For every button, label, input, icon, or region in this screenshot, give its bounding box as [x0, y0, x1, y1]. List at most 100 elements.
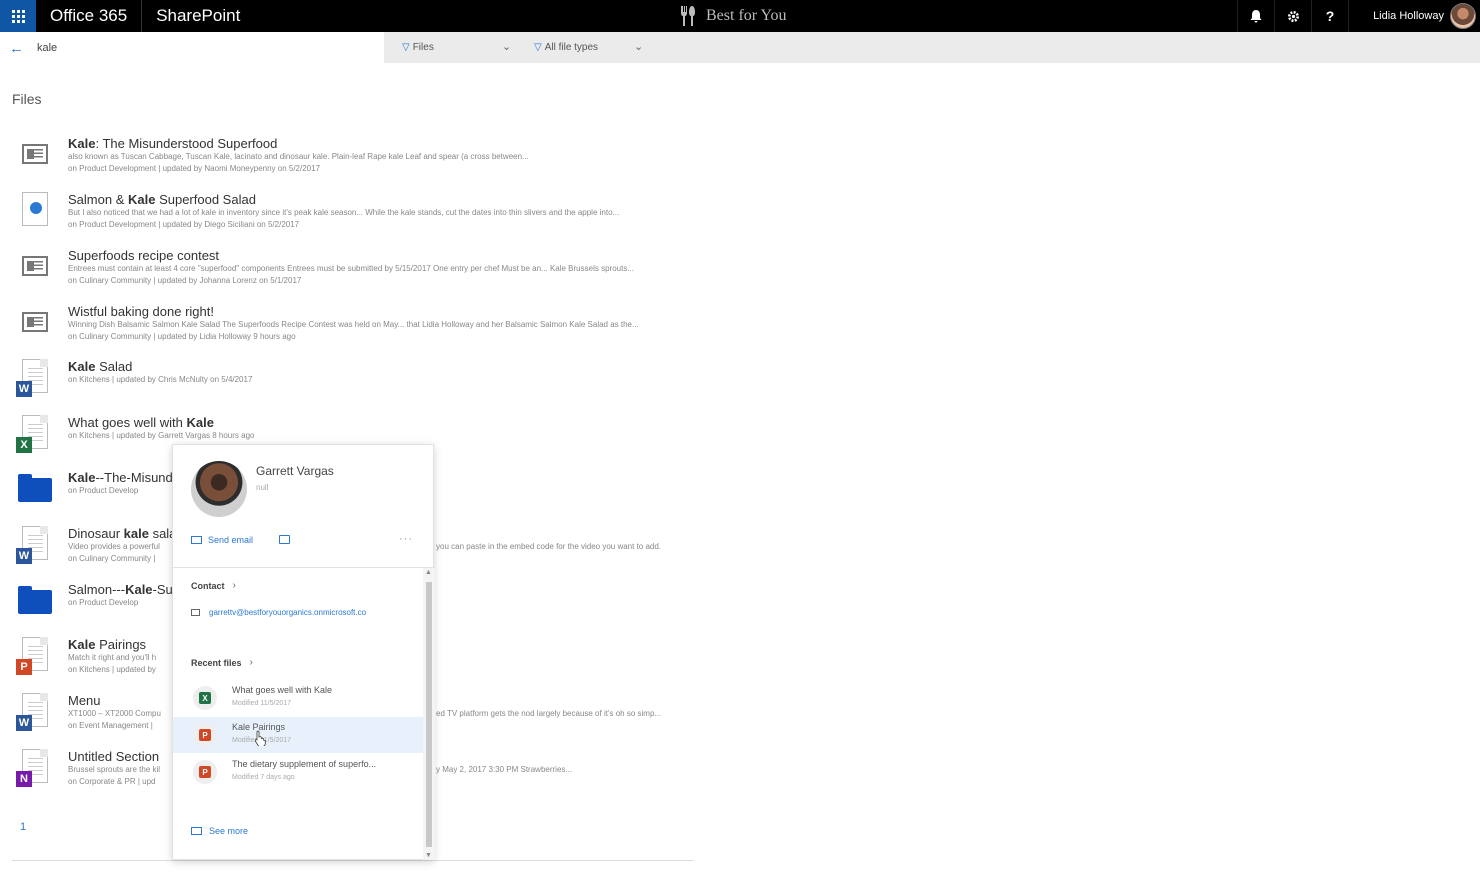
site-title[interactable]: Best for You — [678, 0, 786, 32]
result-title[interactable]: Wistful baking done right! — [68, 304, 214, 319]
office365-brand[interactable]: Office 365 — [36, 0, 141, 32]
help-icon[interactable]: ? — [1311, 0, 1348, 32]
search-bar: ← kale ▽ Files ⌄ ▽ All file types ⌄ — [0, 32, 1480, 63]
see-more-label: See more — [209, 826, 249, 836]
search-query[interactable]: kale — [37, 42, 57, 54]
result-meta: on Kitchens | updated by Garrett Vargas … — [68, 431, 255, 440]
result-snippet-continued: y May 2, 2017 3:30 PM Strawberries... — [436, 765, 573, 774]
excel-icon: X — [16, 415, 52, 455]
mouse-pointer-hand-icon — [254, 730, 266, 746]
email-link[interactable]: garrettv@bestforyouorganics.onmicrosoft.… — [191, 608, 401, 617]
word-icon: W — [16, 693, 52, 733]
result-meta: on Kitchens | updated by Chris McNulty o… — [68, 375, 253, 384]
suite-bar: Office 365 SharePoint Best for You ? Lid… — [0, 0, 1480, 32]
chevron-down-icon[interactable]: ⌄ — [502, 40, 511, 53]
result-meta: on Product Development | updated by Dieg… — [68, 220, 300, 229]
folder-icon — [16, 582, 52, 622]
excel-icon: X — [193, 686, 217, 710]
chat-button[interactable] — [279, 535, 290, 544]
result-title[interactable]: Menu — [68, 693, 101, 708]
result-title[interactable]: Dinosaur kale sala — [68, 526, 176, 541]
recent-files-section-header[interactable]: Recent files › — [191, 657, 253, 668]
results-heading: Files — [12, 91, 42, 107]
pagination-current-page[interactable]: 1 — [20, 821, 26, 833]
result-title[interactable]: Untitled Section — [68, 749, 159, 764]
result-title[interactable]: What goes well with Kale — [68, 415, 214, 430]
scroll-down-arrow-icon[interactable]: ▼ — [425, 852, 432, 859]
sharepoint-brand[interactable]: SharePoint — [142, 0, 254, 32]
contact-heading: Contact — [191, 580, 225, 591]
sway-icon — [16, 192, 52, 232]
send-email-label: Send email — [208, 535, 254, 545]
result-item[interactable]: W Kale Salad on Kitchens | updated by Chri… — [16, 359, 696, 409]
result-title[interactable]: Salmon & Kale Superfood Salad — [68, 192, 256, 207]
result-meta: on Culinary Community | updated by Lidia… — [68, 332, 296, 341]
contact-section-header[interactable]: Contact › — [191, 580, 236, 591]
result-title[interactable]: Kale Pairings — [68, 637, 146, 652]
settings-gear-icon[interactable] — [1274, 0, 1311, 32]
filetype-filter-label: All file types — [544, 42, 599, 53]
recent-file-modified: Modified 11/5/2017 — [232, 700, 292, 707]
result-title[interactable]: Kale: The Misunderstood Superfood — [68, 136, 277, 151]
recent-file-item[interactable]: P The dietary supplement of superfo... Mod… — [173, 754, 423, 790]
profile-card: Garrett Vargas null Send email ··· Conta… — [172, 444, 435, 860]
see-more-link[interactable]: See more — [191, 826, 248, 836]
result-snippet: Entrees must contain at least 4 core "su… — [68, 264, 634, 273]
user-avatar[interactable] — [1450, 3, 1476, 29]
result-item[interactable]: Kale: The Misunderstood Superfood also kn… — [16, 136, 696, 186]
profile-subtitle: null — [256, 483, 269, 492]
email-address: garrettv@bestforyouorganics.onmicrosoft.… — [209, 608, 367, 617]
filetype-filter[interactable]: ▽ All file types — [534, 42, 598, 53]
scroll-up-arrow-icon[interactable]: ▲ — [425, 569, 432, 576]
filter-area: ▽ Files ⌄ ▽ All file types ⌄ — [384, 32, 1480, 63]
folder-icon — [16, 470, 52, 510]
result-item[interactable]: Salmon & Kale Superfood Salad But I also … — [16, 192, 696, 242]
result-snippet: But I also noticed that we had a lot of … — [68, 208, 620, 217]
scope-filter-label: Files — [412, 42, 434, 53]
more-options-icon[interactable]: ··· — [399, 533, 413, 545]
powerpoint-icon: P — [193, 723, 217, 747]
result-snippet: also known as Tuscan Cabbage, Tuscan Kal… — [68, 152, 529, 161]
scrollbar-thumb[interactable] — [426, 582, 432, 847]
recent-file-modified: Modified 7 days ago — [232, 774, 295, 781]
recent-files-heading: Recent files — [191, 657, 242, 668]
result-title[interactable]: Kale Salad — [68, 359, 132, 374]
profile-name: Garrett Vargas — [256, 464, 334, 478]
mail-icon — [191, 609, 200, 616]
app-launcher-waffle-icon[interactable] — [0, 0, 36, 32]
result-meta: on Culinary Community | updated by Johan… — [68, 276, 302, 285]
result-item[interactable]: Superfoods recipe contest Entrees must co… — [16, 248, 696, 298]
filter-funnel-icon: ▽ — [402, 42, 410, 53]
chevron-right-icon: › — [249, 657, 253, 668]
result-snippet: Winning Dish Balsamic Salmon Kale Salad … — [68, 320, 639, 329]
result-title[interactable]: Superfoods recipe contest — [68, 248, 219, 263]
profile-card-scrollbar[interactable]: ▲ ▼ — [423, 568, 435, 860]
recent-file-title: The dietary supplement of superfo... — [232, 759, 377, 769]
profile-card-body: Contact › garrettv@bestforyouorganics.on… — [173, 568, 423, 860]
result-title[interactable]: Kale--The-Misund — [68, 470, 173, 485]
recent-file-item[interactable]: X What goes well with Kale Modified 11/5/2… — [173, 680, 423, 716]
see-more-icon — [191, 827, 202, 835]
result-snippet-continued: ed TV platform gets the nod largely beca… — [436, 709, 662, 718]
notifications-bell-icon[interactable] — [1237, 0, 1274, 32]
filter-funnel-icon: ▽ — [534, 42, 542, 53]
recent-file-title: What goes well with Kale — [232, 685, 333, 695]
user-name[interactable]: Lidia Holloway — [1348, 0, 1450, 32]
back-arrow-icon[interactable]: ← — [9, 40, 24, 57]
chevron-down-icon[interactable]: ⌄ — [634, 40, 643, 53]
results-divider — [12, 860, 694, 861]
onenote-icon: N — [16, 749, 52, 789]
news-icon — [16, 136, 52, 176]
news-icon — [16, 304, 52, 344]
result-item[interactable]: Wistful baking done right! Winning Dish B… — [16, 304, 696, 354]
recent-file-item[interactable]: P Kale Pairings Modified 11/5/2017 — [173, 717, 423, 753]
send-email-button[interactable]: Send email — [191, 535, 253, 545]
scope-filter[interactable]: ▽ Files — [402, 42, 434, 53]
result-meta: on Product Development | updated by Naom… — [68, 164, 321, 173]
news-icon — [16, 248, 52, 288]
profile-photo — [191, 461, 247, 517]
result-title[interactable]: Salmon---Kale-Su — [68, 582, 173, 597]
mail-icon — [191, 536, 202, 544]
fork-spoon-logo-icon — [681, 6, 695, 26]
result-snippet-continued: you can paste in the embed code for the … — [436, 542, 662, 551]
